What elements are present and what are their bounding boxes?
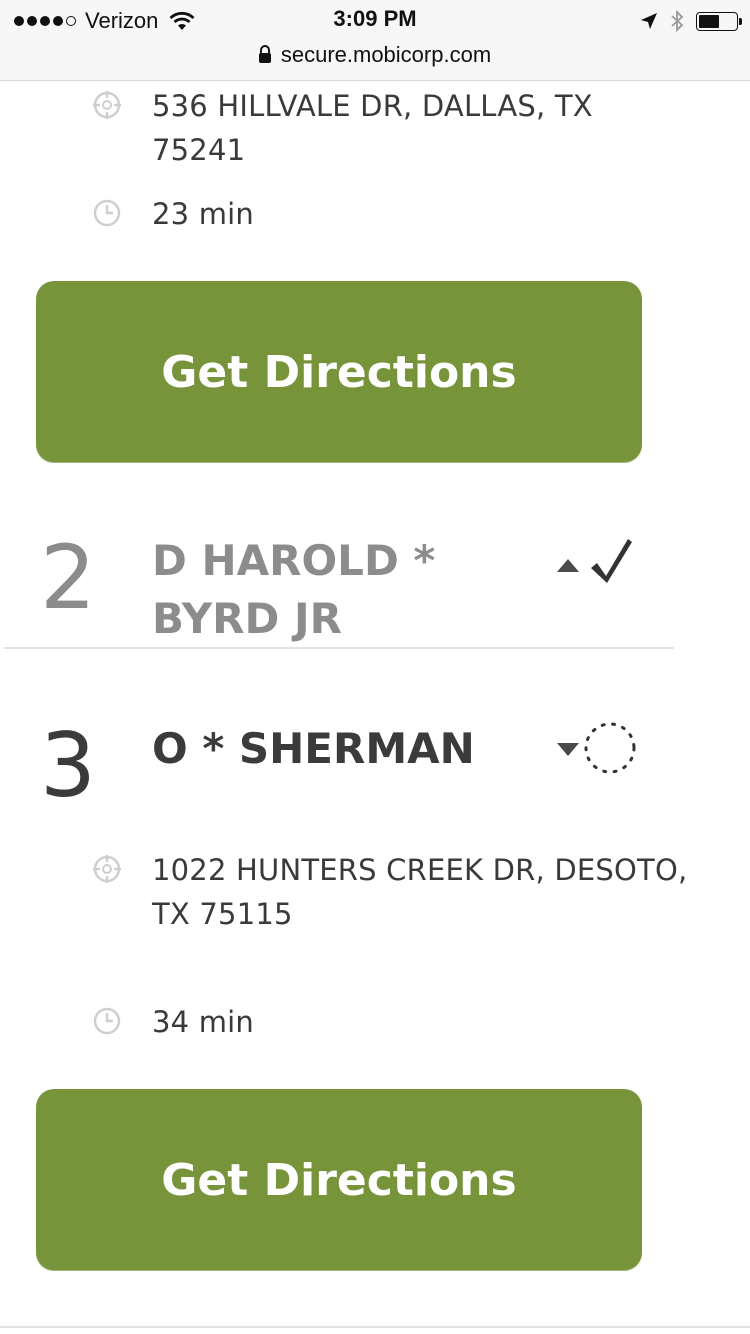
stop3-duration: 34 min: [152, 1005, 255, 1039]
clock-icon: [93, 1007, 121, 1035]
stop-divider: [0, 1326, 750, 1328]
stop-divider: [4, 647, 674, 649]
location-arrow-icon: [641, 13, 657, 29]
address-line: TX 75115: [152, 897, 293, 931]
bluetooth-icon: [671, 10, 684, 32]
get-directions-button[interactable]: Get Directions: [36, 281, 642, 463]
url-text: secure.mobicorp.com: [280, 42, 492, 67]
stop-2-header[interactable]: 2 D HAROLD * BYRD JR: [0, 522, 700, 648]
stop1-duration: 23 min: [152, 197, 255, 231]
crosshair-icon: [93, 855, 121, 883]
lock-icon: [258, 45, 271, 63]
stop-name-line: BYRD JR: [152, 594, 342, 643]
stop-number: 3: [40, 714, 96, 817]
stop-name-line: D HAROLD *: [152, 536, 436, 585]
stop3-address: 1022 HUNTERS CREEK DR, DESOTO, TX 75115: [152, 848, 692, 936]
battery-icon: [696, 11, 742, 31]
stop-name: O * SHERMAN: [152, 724, 475, 773]
stop-name: D HAROLD * BYRD JR: [152, 532, 532, 648]
url-bar[interactable]: secure.mobicorp.com: [0, 40, 750, 70]
status-icons: [640, 8, 742, 34]
crosshair-icon: [93, 91, 121, 119]
clock-time: 3:09 PM: [333, 6, 417, 31]
chevron-down-icon[interactable]: [556, 742, 580, 758]
stop1-address: 536 HILLVALE DR, DALLAS, TX 75241: [152, 89, 593, 167]
pending-status-icon: [584, 722, 636, 774]
clock-icon: [93, 199, 121, 227]
get-directions-button[interactable]: Get Directions: [36, 1089, 642, 1271]
stop-3-header[interactable]: 3 O * SHERMAN: [0, 708, 700, 818]
stop-number: 2: [40, 526, 96, 629]
browser-status-bar: Verizon 3:09 PM secure.mobicorp.com: [0, 0, 750, 81]
checkmark-icon: [591, 539, 632, 583]
chevron-up-icon[interactable]: [556, 557, 580, 573]
address-line: 1022 HUNTERS CREEK DR, DESOTO,: [152, 853, 688, 887]
